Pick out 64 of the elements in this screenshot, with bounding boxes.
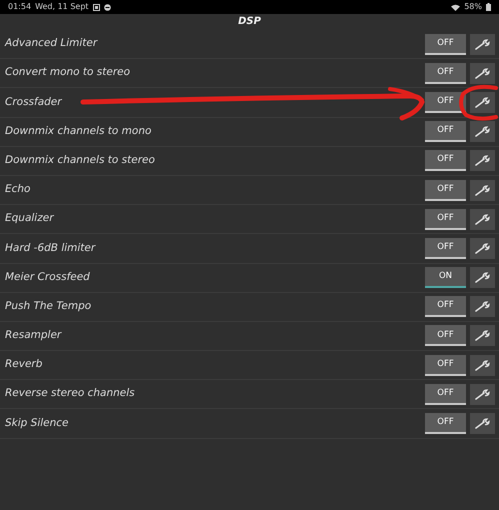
wrench-icon <box>475 242 490 254</box>
wrench-icon <box>475 184 490 196</box>
settings-button[interactable] <box>470 62 495 84</box>
settings-button[interactable] <box>470 92 495 113</box>
effect-name: Reverse stereo channels <box>5 386 136 402</box>
settings-button[interactable] <box>470 34 495 55</box>
toggle-button[interactable]: OFF <box>425 208 466 230</box>
effect-name: Convert mono to stereo <box>5 65 132 80</box>
effect-name: Echo <box>5 182 32 198</box>
settings-button[interactable] <box>470 180 495 201</box>
notification-icon <box>92 4 100 10</box>
wrench-icon <box>475 388 490 400</box>
wrench-icon <box>475 38 490 50</box>
toggle-button[interactable]: OFF <box>425 121 466 142</box>
settings-button[interactable] <box>470 208 495 230</box>
screen-title: DSP <box>238 16 261 27</box>
status-time: 01:54 <box>8 1 32 13</box>
toggle-button[interactable]: OFF <box>425 34 466 55</box>
settings-button[interactable] <box>470 121 495 142</box>
settings-button[interactable] <box>470 354 495 376</box>
effect-name: Push The Tempo <box>5 298 92 314</box>
settings-button[interactable] <box>470 267 495 288</box>
effect-name: Downmix channels to mono <box>5 124 152 139</box>
toggle-button[interactable]: OFF <box>425 325 466 346</box>
wrench-icon <box>475 126 490 138</box>
wrench-icon <box>475 330 490 342</box>
toggle-button[interactable]: OFF <box>425 238 466 259</box>
settings-button[interactable] <box>470 150 495 172</box>
wrench-icon <box>475 214 490 225</box>
settings-button[interactable] <box>470 413 495 434</box>
effect-name: Reverb <box>5 357 44 372</box>
effect-name: Skip Silence <box>5 416 70 431</box>
toggle-button[interactable]: ON <box>425 267 466 288</box>
toggle-button[interactable]: OFF <box>425 150 466 172</box>
settings-button[interactable] <box>470 238 495 259</box>
toggle-button[interactable]: OFF <box>425 62 466 84</box>
settings-button[interactable] <box>470 296 495 318</box>
dnd-icon <box>104 4 111 10</box>
battery-percentage: 58% <box>464 1 482 13</box>
wrench-icon <box>475 360 490 371</box>
status-date: Wed, 11 Sept <box>35 1 89 13</box>
wrench-icon <box>475 68 490 79</box>
battery-icon <box>486 3 491 11</box>
wrench-icon <box>475 301 490 312</box>
wifi-icon <box>451 4 460 10</box>
toggle-button[interactable]: OFF <box>425 180 466 201</box>
effect-name: Crossfader <box>5 94 63 110</box>
toggle-button[interactable]: OFF <box>425 384 466 405</box>
effect-name: Hard -6dB limiter <box>5 240 97 256</box>
toggle-button[interactable]: OFF <box>425 92 466 113</box>
effect-name: Downmix channels to stereo <box>5 152 156 168</box>
toggle-button[interactable]: OFF <box>425 354 466 376</box>
effect-name: Meier Crossfeed <box>5 270 91 285</box>
settings-button[interactable] <box>470 325 495 346</box>
wrench-icon <box>475 272 490 284</box>
wrench-icon <box>475 418 490 430</box>
wrench-icon <box>475 155 490 166</box>
toggle-button[interactable]: OFF <box>425 413 466 434</box>
effect-name: Advanced Limiter <box>5 36 99 52</box>
settings-button[interactable] <box>470 384 495 405</box>
effect-name: Resampler <box>5 328 63 344</box>
effect-name: Equalizer <box>5 211 55 226</box>
wrench-icon <box>475 96 490 108</box>
toggle-button[interactable]: OFF <box>425 296 466 318</box>
